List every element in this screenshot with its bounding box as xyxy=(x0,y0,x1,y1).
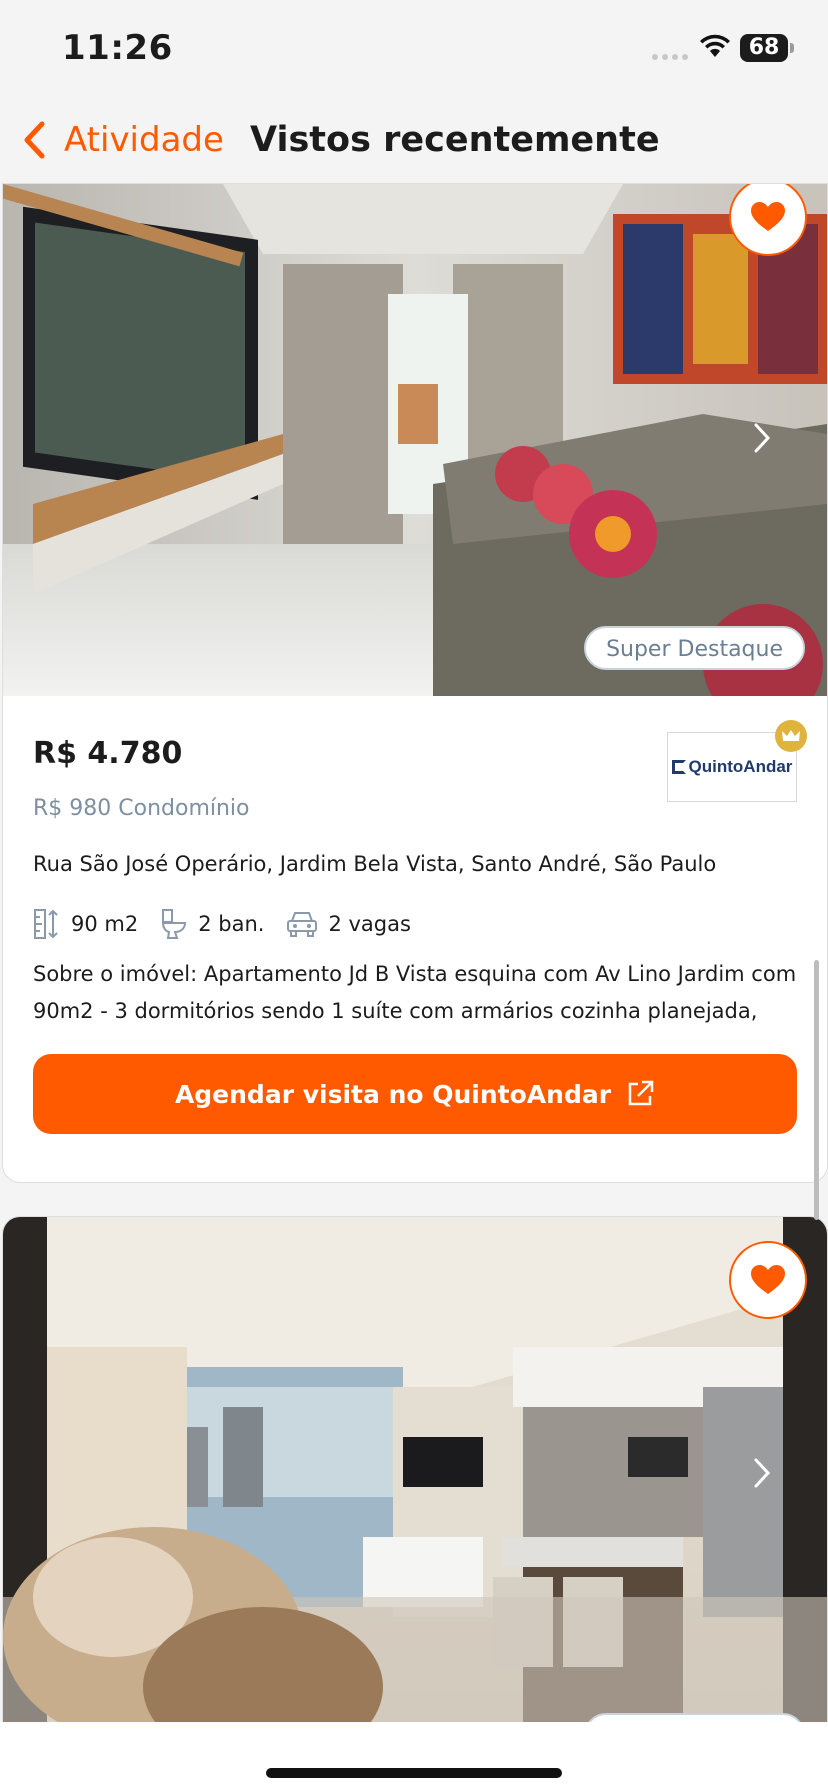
heart-icon xyxy=(751,202,785,231)
listing-address: Rua São José Operário, Jardim Bela Vista… xyxy=(33,852,717,876)
home-bar xyxy=(0,1722,828,1792)
back-label: Atividade xyxy=(64,120,224,160)
heart-icon xyxy=(751,1265,785,1294)
schedule-visit-label: Agendar visita no QuintoAndar xyxy=(174,1079,612,1109)
toilet-icon xyxy=(162,909,187,939)
next-photo-button[interactable] xyxy=(747,418,777,458)
feature-parking: 2 vagas xyxy=(286,909,411,939)
super-destaque-badge: Super Destaque xyxy=(584,626,805,670)
listing-card[interactable]: Super Destaque R$ 4.780 R$ 980 Condomíni… xyxy=(2,183,828,1183)
quintoandar-logo-mark xyxy=(671,760,686,774)
home-indicator[interactable] xyxy=(266,1768,562,1778)
area-value: 90 m2 xyxy=(71,912,139,936)
listing-price: R$ 4.780 xyxy=(33,736,183,771)
feature-area: 90 m2 xyxy=(33,908,138,940)
listing-description: Sobre o imóvel: Apartamento Jd B Vista e… xyxy=(33,962,797,1023)
navigation-bar: Atividade Vistos recentemente xyxy=(0,100,828,184)
next-photo-button[interactable] xyxy=(747,1453,777,1493)
condo-fee: R$ 980 Condomínio xyxy=(33,796,250,821)
crown-icon xyxy=(775,720,807,752)
listing-photo[interactable]: Super Destaque xyxy=(3,184,827,696)
listing-info: R$ 4.780 R$ 980 Condomínio QuintoAndar R… xyxy=(3,696,827,1182)
chevron-right-icon xyxy=(754,423,771,453)
area-icon xyxy=(34,909,58,939)
apartment-photo xyxy=(3,1217,827,1737)
scrollbar[interactable] xyxy=(814,960,819,1220)
schedule-visit-button[interactable]: Agendar visita no QuintoAndar xyxy=(33,1054,797,1134)
status-time: 11:26 xyxy=(62,28,173,68)
cellular-signal-icon xyxy=(652,54,688,60)
page-title: Vistos recentemente xyxy=(250,120,660,160)
living-room-photo xyxy=(3,184,827,696)
listing-features: 90 m2 2 ban. 2 vagas xyxy=(33,906,433,942)
logo-text: QuintoAndar xyxy=(688,757,793,776)
battery-indicator: 68 xyxy=(740,34,794,62)
external-link-icon xyxy=(628,1080,654,1106)
back-button[interactable]: Atividade xyxy=(22,116,224,164)
favorite-button[interactable] xyxy=(729,1241,807,1319)
bathrooms-value: 2 ban. xyxy=(198,912,265,936)
parking-value: 2 vagas xyxy=(328,912,411,936)
chevron-left-icon xyxy=(24,121,45,159)
status-bar: 11:26 68 xyxy=(0,0,828,100)
chevron-right-icon xyxy=(754,1458,771,1488)
car-icon xyxy=(287,912,318,937)
listing-photo[interactable]: Super Destaque xyxy=(3,1217,827,1737)
feature-bathrooms: 2 ban. xyxy=(160,908,264,940)
wifi-icon xyxy=(700,34,730,57)
listing-card[interactable]: Super Destaque xyxy=(2,1216,828,1738)
